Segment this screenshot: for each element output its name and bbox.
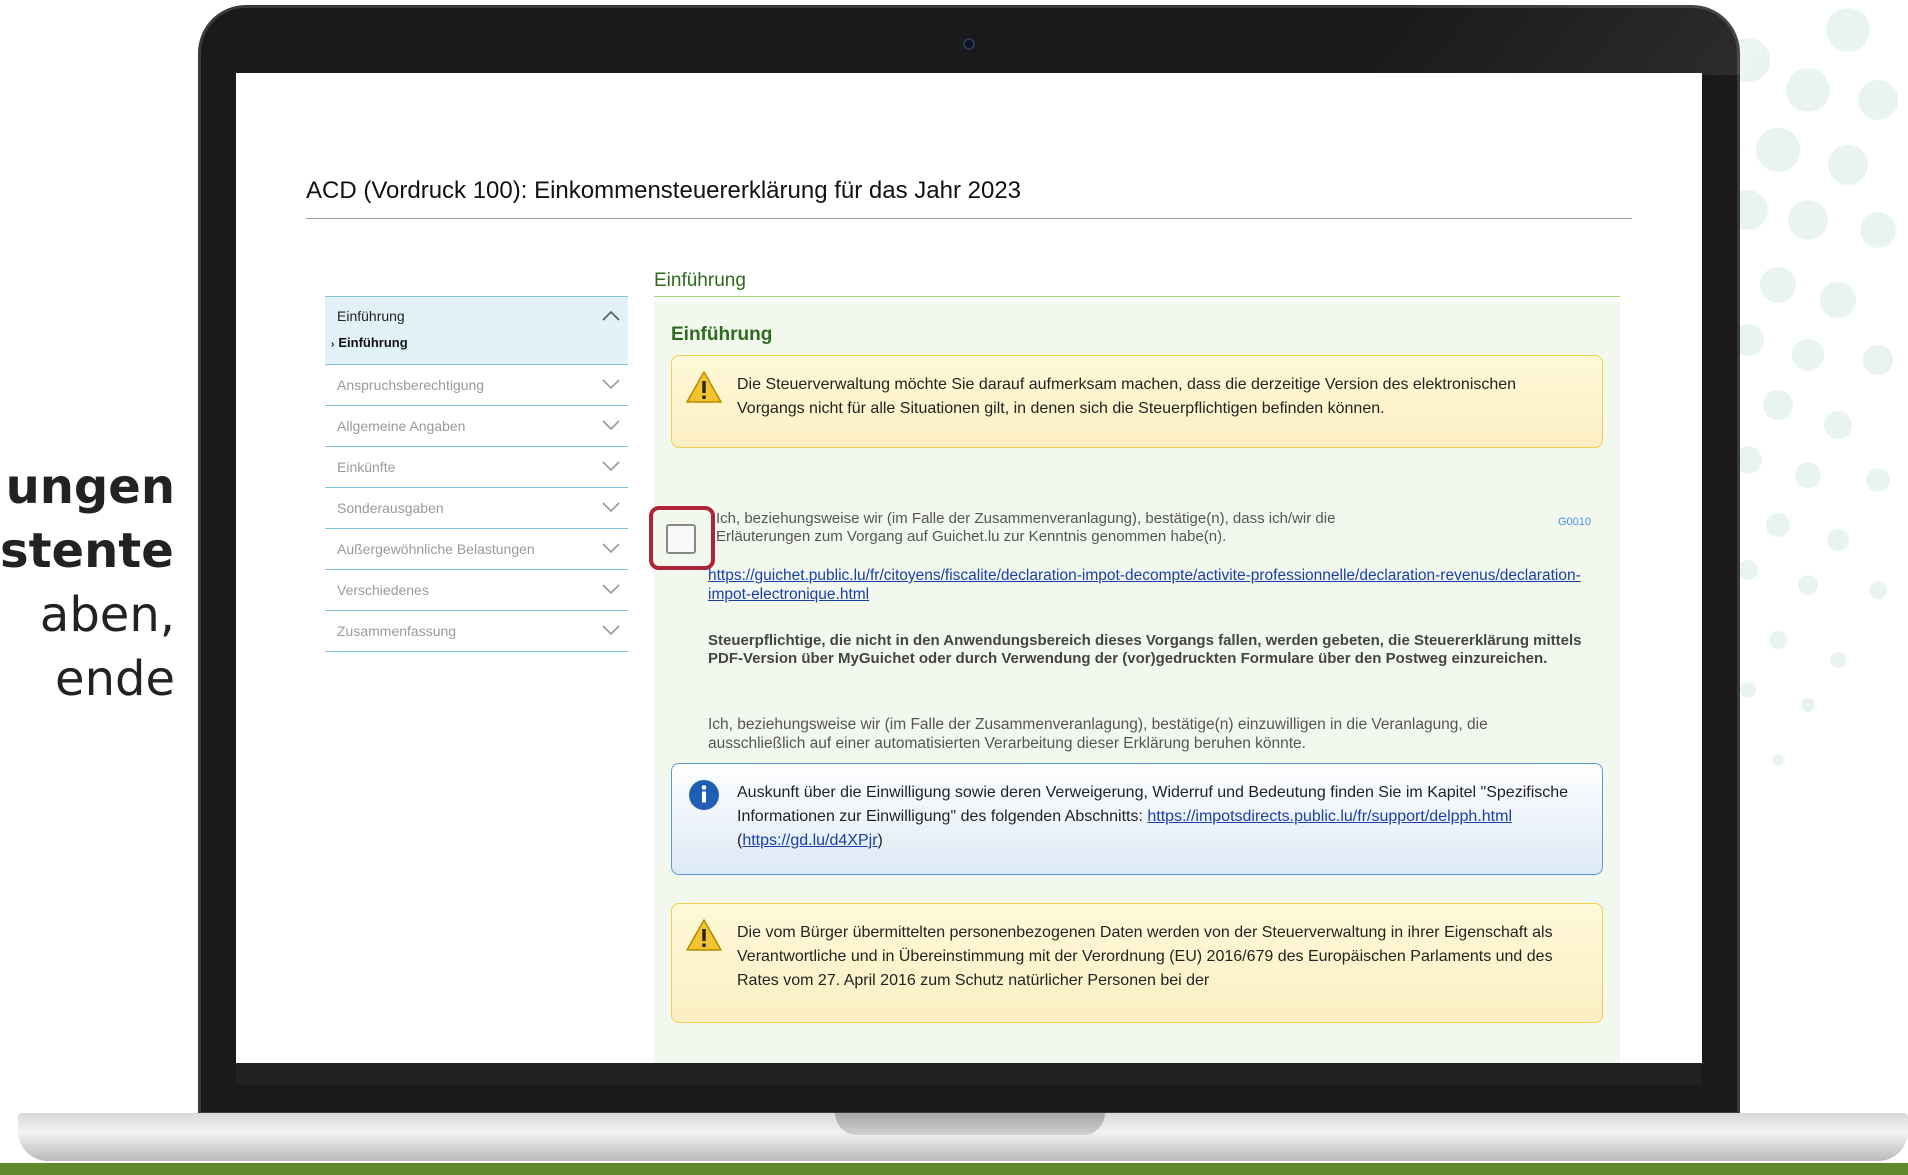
sidebar-item-zusammenfassung[interactable]: Zusammenfassung [325,611,628,652]
section-tab-einfuehrung[interactable]: Einführung [654,270,1620,297]
side-text-line-4: ende [55,651,175,707]
laptop-notch [835,1113,1105,1135]
sidebar-item-verschiedenes[interactable]: Verschiedenes [325,570,628,611]
sidebar-item-label: Einkünfte [337,459,396,475]
chevron-down-icon[interactable] [600,619,622,641]
data-protection-text: Die vom Bürger übermittelten personenbez… [737,924,1553,989]
guichet-link-block: https://guichet.public.lu/fr/citoyens/fi… [708,566,1608,604]
side-text-line-1: ungen [5,459,175,515]
short-link[interactable]: https://gd.lu/d4XPjr [742,832,877,849]
delpph-link[interactable]: https://impotsdirects.public.lu/fr/suppo… [1147,808,1512,825]
title-divider [306,218,1632,219]
main-content: Einführung Einführung Die Steuerverwaltu… [649,270,1622,1063]
field-code: G0010 [1558,516,1592,528]
sidebar-nav: Einführung › Einführung Anspruchsberechti… [325,296,628,652]
sidebar-item-label[interactable]: Einführung [325,297,628,335]
sidebar-item-aussergewoehnliche-belastungen[interactable]: Außergewöhnliche Belastungen [325,529,628,570]
warning-box-version: Die Steuerverwaltung möchte Sie darauf a… [671,355,1603,448]
content-panel: Einführung Die Steuerverwaltung möchte S… [649,302,1620,1063]
sidebar-item-label: Allgemeine Angaben [337,418,466,434]
lid-reflection [1342,5,1798,75]
bottom-accent-strip [0,1163,1908,1175]
sidebar-item-sonderausgaben[interactable]: Sonderausgaben [325,488,628,529]
info-icon [689,780,719,810]
webcam-icon [963,38,975,50]
laptop-screen: ACD (Vordruck 100): Einkommensteuererklä… [236,73,1702,1063]
caret-right-icon: › [331,339,335,350]
side-text-line-2: stenten [0,523,175,579]
warning-icon [686,919,722,951]
consent-paragraph: Ich, beziehungsweise wir (im Falle der Z… [708,716,1488,752]
sidebar-item-label-text: Einführung [337,308,405,324]
info-paren-close: ) [877,832,883,849]
warning-text: Die Steuerverwaltung möchte Sie darauf a… [737,376,1517,417]
chevron-down-icon[interactable] [600,373,622,395]
page-title: ACD (Vordruck 100): Einkommensteuererklä… [306,177,1022,204]
guichet-link[interactable]: https://guichet.public.lu/fr/citoyens/fi… [708,567,1581,603]
chevron-down-icon[interactable] [600,455,622,477]
checkbox-highlight [649,506,715,570]
sidebar-item-label: Sonderausgaben [337,500,444,516]
confirm-guichet-checkbox[interactable] [666,524,696,554]
info-box-consent: Auskunft über die Einwilligung sowie der… [671,763,1603,875]
chevron-down-icon[interactable] [600,414,622,436]
warning-box-data-protection: Die vom Bürger übermittelten personenbez… [671,903,1603,1023]
chevron-down-icon[interactable] [600,578,622,600]
warning-icon [686,371,722,403]
chevron-up-icon[interactable] [600,305,622,327]
checkbox-label: Ich, beziehungsweise wir (im Falle der Z… [716,510,1336,545]
sidebar-item-einkuenfte[interactable]: Einkünfte [325,447,628,488]
chevron-down-icon[interactable] [600,537,622,559]
sidebar-item-label: Zusammenfassung [337,623,457,639]
sidebar-item-einfuehrung[interactable]: Einführung › Einführung [325,296,628,365]
info-text: Auskunft über die Einwilligung sowie der… [737,781,1582,853]
slide-side-text: ungen stenten aben, ende [0,455,175,711]
sidebar-subitem-label: Einführung [338,335,408,350]
sidebar-item-label: Außergewöhnliche Belastungen [337,541,535,557]
panel-title: Einführung [671,324,773,345]
sidebar-item-allgemeine-angaben[interactable]: Allgemeine Angaben [325,406,628,447]
scope-notice-paragraph: Steuerpflichtige, die nicht in den Anwen… [708,632,1582,667]
chevron-down-icon[interactable] [600,496,622,518]
screen-bezel-bottom [236,1063,1702,1085]
side-text-line-3: aben, [39,587,175,643]
sidebar-item-label: Verschiedenes [337,582,429,598]
sidebar-item-anspruchsberechtigung[interactable]: Anspruchsberechtigung [325,365,628,406]
sidebar-subitem-einfuehrung[interactable]: › Einführung [325,335,628,364]
sidebar-item-label: Anspruchsberechtigung [337,377,485,393]
